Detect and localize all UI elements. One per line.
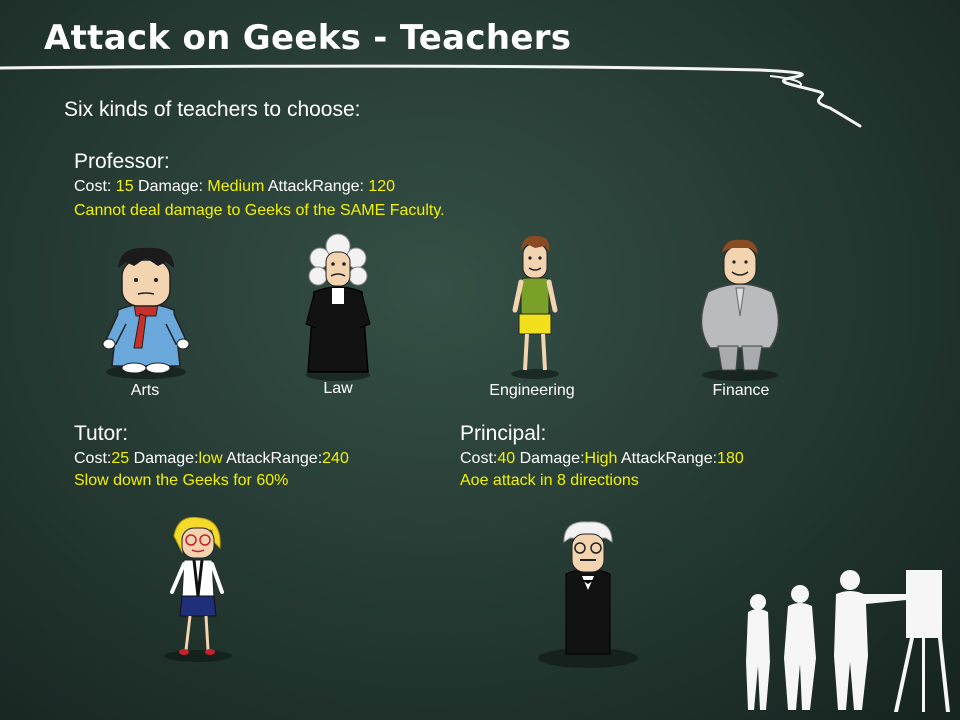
faculty-label-finance: Finance [712,382,770,399]
cost-value: 40 [497,450,516,467]
presenter-silhouette [746,570,950,712]
damage-label: Damage: [133,178,208,195]
damage-value: low [198,450,223,467]
tutor-heading: Tutor: [74,422,129,445]
range-value: 120 [368,178,396,195]
damage-label: Damage: [515,450,585,467]
cost-label: Cost: [74,450,112,467]
intro-text: Six kinds of teachers to choose: [64,98,361,121]
cost-label: Cost: [74,178,116,195]
damage-value: High [584,450,618,467]
finance-professor-figure [700,239,780,381]
chalk-underline [0,64,862,128]
principal-stats: Cost:40 Damage:High AttackRange:180 [460,450,744,468]
cost-value: 25 [111,450,130,467]
principal-description: Aoe attack in 8 directions [460,472,639,489]
faculty-label-engineering: Engineering [489,382,575,399]
professor-description: Cannot deal damage to Geeks of the SAME … [74,202,445,219]
damage-value: Medium [207,178,265,195]
arts-professor-figure [102,247,190,379]
damage-label: Damage: [129,450,199,467]
tutor-stats: Cost:25 Damage:low AttackRange:240 [74,450,349,468]
slide-title: Attack on Geeks - Teachers [44,18,572,58]
cost-value: 15 [115,178,134,195]
law-professor-figure [305,233,371,381]
range-label: AttackRange: [264,178,369,195]
professor-stats: Cost: 15 Damage: Medium AttackRange: 120 [74,178,395,196]
engineering-professor-figure [511,235,559,379]
faculty-label-law: Law [323,380,353,397]
cost-label: Cost: [460,450,498,467]
range-value: 180 [717,450,744,467]
tutor-figure [164,516,232,662]
tutor-description: Slow down the Geeks for 60% [74,472,289,489]
range-label: AttackRange: [617,450,718,467]
range-value: 240 [322,450,349,467]
faculty-label-arts: Arts [130,382,160,399]
range-label: AttackRange: [222,450,323,467]
principal-figure [538,521,638,668]
principal-heading: Principal: [460,422,547,445]
professor-heading: Professor: [74,150,170,173]
